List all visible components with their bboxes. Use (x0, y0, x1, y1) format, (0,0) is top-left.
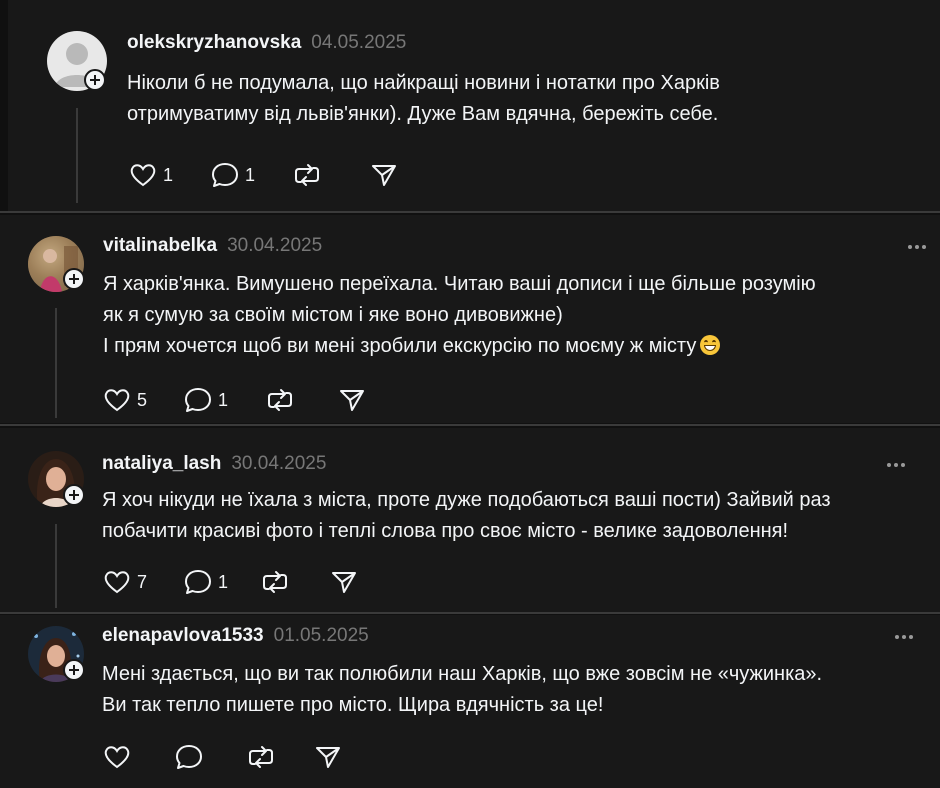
reply-button[interactable]: 1 (184, 569, 228, 595)
send-icon (316, 747, 340, 768)
comment-icon (185, 388, 212, 412)
reply-count: 1 (218, 571, 229, 592)
like-button[interactable] (103, 745, 137, 769)
thread-line (76, 108, 78, 203)
like-button[interactable]: 1 (129, 163, 173, 187)
post-header: vitalinabelka 30.04.2025 (103, 235, 322, 257)
comment-icon (176, 745, 202, 769)
action-bar: 7 1 (103, 569, 357, 595)
share-button[interactable] (371, 163, 397, 187)
comment-icon (185, 570, 212, 594)
share-button[interactable] (331, 570, 357, 594)
post-text-line: І прям хочется щоб ви мені зробили екску… (103, 331, 816, 362)
comment-icon (212, 163, 239, 187)
follow-plus-icon[interactable] (63, 659, 85, 681)
repost-button[interactable] (261, 569, 289, 595)
divider (0, 612, 940, 614)
post-text-line: побачити красиві фото і теплі слова про … (102, 520, 789, 542)
action-bar: 1 1 (129, 162, 397, 188)
repost-button[interactable] (247, 744, 275, 770)
divider (0, 211, 940, 213)
reply-post: olekskryzhanovska 04.05.2025 Ніколи б не… (8, 0, 940, 211)
grinning-face-emoji (700, 335, 721, 355)
username[interactable]: nataliya_lash (102, 453, 221, 475)
reply-button[interactable] (175, 744, 209, 770)
post-text: Я хоч нікуди не їхала з міста, проте дуж… (102, 485, 831, 547)
post-date[interactable]: 30.04.2025 (231, 453, 326, 475)
repost-button[interactable] (266, 387, 294, 413)
post-header: nataliya_lash 30.04.2025 (102, 453, 326, 475)
post-text-line: Я харків'янка. Вимушено переїхала. Читаю… (103, 273, 816, 295)
reply-button[interactable]: 1 (184, 387, 228, 413)
follow-plus-icon[interactable] (63, 268, 85, 290)
reply-post: elenapavlova1533 01.05.2025 Мені здаєтьс… (0, 615, 940, 788)
heart-icon (104, 389, 130, 412)
repost-icon (263, 571, 288, 593)
follow-plus-icon[interactable] (84, 69, 106, 91)
post-text: Я харків'янка. Вимушено переїхала. Читаю… (103, 269, 816, 362)
repost-icon (295, 164, 320, 186)
more-options-icon[interactable] (887, 463, 905, 467)
reply-count: 1 (218, 389, 229, 410)
repost-icon (249, 746, 273, 768)
username[interactable]: elenapavlova1533 (102, 625, 264, 647)
more-options-icon[interactable] (908, 245, 926, 249)
like-button[interactable]: 5 (103, 388, 147, 412)
action-bar: 5 1 (103, 387, 365, 413)
like-button[interactable]: 7 (103, 570, 147, 594)
heart-icon (104, 746, 130, 769)
post-text-line: отримуватиму від львів'янки). Дуже Вам в… (127, 103, 719, 125)
username[interactable]: olekskryzhanovska (127, 32, 301, 54)
reply-button[interactable]: 1 (211, 162, 255, 188)
thread-line (55, 308, 57, 418)
post-text: Ніколи б не подумала, що найкращі новини… (127, 68, 720, 130)
send-icon (332, 572, 357, 593)
post-header: olekskryzhanovska 04.05.2025 (127, 32, 406, 54)
send-icon (372, 165, 397, 186)
thread-line (55, 524, 57, 608)
reply-post: vitalinabelka 30.04.2025 Я харків'янка. … (0, 215, 940, 423)
username[interactable]: vitalinabelka (103, 235, 217, 257)
like-count: 1 (163, 164, 174, 185)
divider (0, 424, 940, 426)
post-date[interactable]: 01.05.2025 (274, 625, 369, 647)
send-icon (340, 390, 365, 411)
post-text: Мені здається, що ви так полюбили наш Ха… (102, 659, 822, 721)
like-count: 7 (137, 571, 148, 592)
heart-icon (130, 164, 156, 187)
reply-post: nataliya_lash 30.04.2025 Я хоч нікуди не… (0, 428, 940, 612)
post-text-line: як я сумую за своїм містом і яке воно ди… (103, 304, 563, 326)
more-options-icon[interactable] (895, 635, 913, 639)
post-text-line: Ви так тепло пишете про місто. Щира вдяч… (102, 694, 604, 716)
share-button[interactable] (339, 388, 365, 412)
like-count: 5 (137, 389, 148, 410)
share-button[interactable] (315, 745, 341, 769)
post-date[interactable]: 30.04.2025 (227, 235, 322, 257)
follow-plus-icon[interactable] (63, 484, 85, 506)
heart-icon (104, 571, 130, 594)
repost-button[interactable] (293, 162, 321, 188)
action-bar (103, 744, 341, 770)
post-header: elenapavlova1533 01.05.2025 (102, 625, 369, 647)
post-text-line: Мені здається, що ви так полюбили наш Ха… (102, 663, 823, 685)
post-date[interactable]: 04.05.2025 (311, 32, 406, 54)
reply-count: 1 (245, 164, 256, 185)
post-text-line: Ніколи б не подумала, що найкращі новини… (127, 72, 720, 94)
post-text-line: Я хоч нікуди не їхала з міста, проте дуж… (102, 489, 831, 511)
repost-icon (268, 389, 293, 411)
